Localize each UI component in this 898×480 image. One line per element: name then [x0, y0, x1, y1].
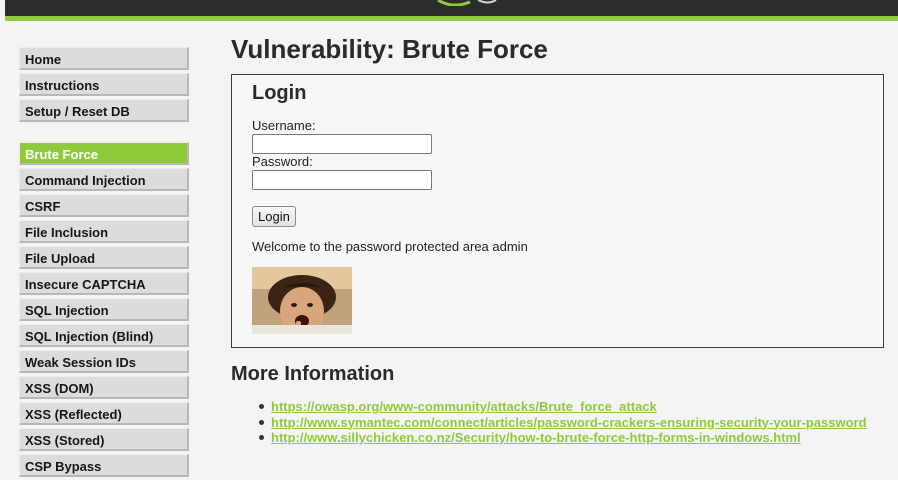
sillychicken-brute-force-link[interactable]: http://www.sillychicken.co.nz/Security/h… — [271, 430, 801, 445]
username-input[interactable] — [252, 134, 432, 154]
header-accent-rule — [5, 16, 898, 21]
login-heading: Login — [252, 82, 307, 104]
sidebar-item-file-upload[interactable]: File Upload — [19, 246, 189, 269]
symantec-password-crackers-link[interactable]: http://www.symantec.com/connect/articles… — [271, 415, 867, 430]
page-title: Vulnerability: Brute Force — [231, 34, 548, 64]
username-label: Username: — [252, 118, 316, 133]
list-item: http://www.symantec.com/connect/articles… — [259, 415, 867, 431]
header-bar — [5, 0, 898, 16]
sidebar-item-csrf[interactable]: CSRF — [19, 194, 189, 217]
sidebar-top-menu: Home Instructions Setup / Reset DB — [19, 47, 189, 125]
sidebar-item-insecure-captcha[interactable]: Insecure CAPTCHA — [19, 272, 189, 295]
sidebar-item-xss-reflected[interactable]: XSS (Reflected) — [19, 402, 189, 425]
logo-icon — [437, 0, 497, 6]
sidebar-item-instructions[interactable]: Instructions — [19, 73, 189, 96]
welcome-message: Welcome to the password protected area a… — [252, 239, 528, 254]
bullet-icon — [259, 435, 264, 440]
sidebar-item-weak-session-ids[interactable]: Weak Session IDs — [19, 350, 189, 373]
bullet-icon — [259, 404, 264, 409]
owasp-brute-force-link[interactable]: https://owasp.org/www-community/attacks/… — [271, 399, 657, 414]
bullet-icon — [259, 419, 264, 425]
sidebar-item-xss-stored[interactable]: XSS (Stored) — [19, 428, 189, 451]
list-item: http://www.sillychicken.co.nz/Security/h… — [259, 430, 867, 446]
sidebar-item-brute-force[interactable]: Brute Force — [19, 142, 189, 165]
sidebar-vulnerability-menu: Brute Force Command Injection CSRF File … — [19, 142, 189, 480]
sidebar-item-file-inclusion[interactable]: File Inclusion — [19, 220, 189, 243]
password-input[interactable] — [252, 170, 432, 190]
password-label: Password: — [252, 154, 313, 169]
user-avatar-image — [252, 267, 352, 334]
login-panel: Login Username: Password: Login Welcome … — [231, 74, 884, 348]
list-item: https://owasp.org/www-community/attacks/… — [259, 399, 867, 415]
sidebar-item-sql-injection[interactable]: SQL Injection — [19, 298, 189, 321]
more-information-heading: More Information — [231, 363, 395, 385]
sidebar-item-command-injection[interactable]: Command Injection — [19, 168, 189, 191]
login-button[interactable]: Login — [252, 206, 296, 227]
sidebar-item-setup-reset-db[interactable]: Setup / Reset DB — [19, 99, 189, 122]
sidebar-item-xss-dom[interactable]: XSS (DOM) — [19, 376, 189, 399]
sidebar-item-sql-injection-blind[interactable]: SQL Injection (Blind) — [19, 324, 189, 347]
sidebar-item-home[interactable]: Home — [19, 47, 189, 70]
reference-links: https://owasp.org/www-community/attacks/… — [259, 399, 867, 446]
